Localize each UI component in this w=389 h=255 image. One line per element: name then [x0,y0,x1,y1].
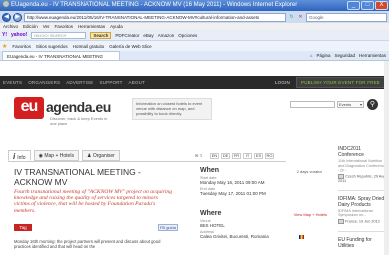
nav-about[interactable]: ABOUT [129,80,146,85]
window-title-bar: EUagenda.eu - IV TRANSNATIONAL MEETING -… [0,0,389,11]
tab-organiser[interactable]: ♟ Organiser [81,150,120,161]
site-search-input[interactable] [290,101,335,108]
browser-tab-bar: EUagenda.eu - IV TRANSNATIONAL MEETING ⌂… [0,51,389,61]
favorites-star-icon[interactable]: ★ [2,43,7,50]
view-map-link[interactable]: View Map + Hotels [294,212,327,217]
yahoo-search-input[interactable]: YAHOO! SEARCH [31,31,87,39]
page-menu[interactable]: Página [316,53,330,58]
tab-map-hotels[interactable]: ◉ Map + Hotels [33,150,79,161]
search-icon[interactable]: ⚲ [367,99,378,110]
security-menu[interactable]: Seguridad [334,53,355,58]
divider [338,189,388,191]
nav-events[interactable]: EVENTS [3,80,22,85]
url-field[interactable]: http://www.euagenda.eu/2011/05/16/IV-TRA… [24,12,286,22]
stop-icon[interactable]: ✕ [297,14,304,21]
lang-it[interactable]: IT [243,153,252,159]
page-scrollbar[interactable] [384,61,389,255]
when-panel: When 2 days curator Start date Monday Ma… [200,167,330,196]
content-tabs: i Info ◉ Map + Hotels ♟ Organiser [8,150,120,161]
publish-event-button[interactable]: PUBLISH YOUR EVENT FOR FREE [296,77,385,88]
menu-herramientas[interactable]: Herramientas [78,23,105,30]
forward-button[interactable]: ▶ [13,12,22,22]
ie-logo-icon [3,1,9,8]
venue-address: Calea Grivitei, Bucuresti, Romania [200,234,330,239]
facebook-share-button[interactable]: FB guida [158,224,178,231]
romania-flag-icon [298,234,304,239]
event-description: Fourth transnational meeting of "ACKNOW … [14,189,172,214]
nav-organisers[interactable]: ORGANISERS [28,80,60,85]
menu-ayuda[interactable]: Ayuda [110,23,123,30]
promo-info-box: Information on closest hotels to event v… [132,98,212,120]
yahoo-search-button[interactable]: Search [90,31,112,39]
tab-divider [8,161,286,162]
flag-icon: France, 19 Jun 2012 [338,219,388,224]
yahoo-toolbar: Y! yahoo! YAHOO! SEARCH Search PDFCreato… [0,30,389,41]
maximize-button[interactable]: □ [361,1,374,10]
venue-name[interactable]: IBIS HOTEL [200,223,330,228]
address-bar: ◀ ▶ http://www.euagenda.eu/2011/05/16/IV… [0,11,389,23]
tab-info[interactable]: i Info [8,150,31,161]
menu-archivo[interactable]: Archivo [3,23,18,30]
browser-tab[interactable]: EUagenda.eu - IV TRANSNATIONAL MEETING [2,51,120,60]
yahoo-logo-icon[interactable]: Y! [2,32,7,38]
browser-search-input[interactable]: Google [306,12,387,22]
divider [338,230,388,232]
related-event[interactable]: INDC2011 Conference 11th International N… [338,146,388,183]
fav-item-suggested[interactable]: Sitios sugeridos [36,44,68,49]
fav-item-hotmail[interactable]: Hotmail gratuito [73,44,105,49]
days-left-badge: 2 days curator [296,169,322,174]
related-event[interactable]: EU Funding for Utilities [338,237,388,249]
refresh-icon[interactable]: ↻ [288,14,295,21]
favorites-label[interactable]: Favoritos [12,44,31,49]
related-events-sidebar: INDC2011 Conference 11th International N… [338,146,388,255]
event-title: IV TRANSNATIONAL MEETING - ACKNOW MV [14,167,141,187]
tag-button[interactable]: Tag [14,224,32,231]
menu-edicion[interactable]: Edición [23,23,38,30]
back-button[interactable]: ◀ [2,12,11,22]
logo-text[interactable]: agenda.eu [46,99,111,115]
fav-item-webslice[interactable]: Galería de Web Slice [109,44,151,49]
home-icon[interactable]: ⌂ [310,53,313,58]
flag-icon: Czech Republic, 29 Aug 2011 [338,174,388,183]
nav-advertise[interactable]: ADVERTISE [66,80,93,85]
menu-ver[interactable]: Ver [43,23,50,30]
tools-menu[interactable]: Herramientas [359,53,386,58]
share-icon[interactable]: ✉ ⇪ [195,153,203,158]
minimize-button[interactable]: _ [347,1,360,10]
nav-support[interactable]: SUPPORT [99,80,122,85]
start-date: Monday May 16, 2011 09:00 AM [200,180,265,185]
lang-ro[interactable]: RO [265,153,274,159]
related-event[interactable]: IDFIMA: Spray Dried Dairy Products IDFIM… [338,196,388,224]
yahoo-brand: yahoo! [11,32,28,38]
lang-de[interactable]: DE [221,153,230,159]
language-switcher: EN DE FR IT ES RO [210,153,274,159]
site-nav: EVENTS ORGANISERS ADVERTISE SUPPORT ABOU… [0,76,389,89]
menu-favoritos[interactable]: Favoritos [55,23,74,30]
end-date: Tuesday May 17, 2011 01:00 PM [200,191,266,196]
amazon-button[interactable]: Amazon [158,33,175,38]
pdfcreator-button[interactable]: PDFCreator [115,33,139,38]
event-body: Monday 16th morning: the project partner… [14,239,161,249]
menu-bar: Archivo Edición Ver Favoritos Herramient… [0,23,389,30]
options-button[interactable]: Opciones [178,33,197,38]
search-category-select[interactable]: Events [337,101,364,108]
logo-mark[interactable]: eu [14,97,44,119]
lang-fr[interactable]: FR [232,153,241,159]
login-link[interactable]: LOGIN [275,80,290,85]
lang-en[interactable]: EN [210,153,219,159]
favorites-bar: ★ Favoritos Sitios sugeridos Hotmail gra… [0,41,389,51]
lang-es[interactable]: ES [254,153,263,159]
info-icon: i [13,152,16,161]
window-title: EUagenda.eu - IV TRANSNATIONAL MEETING -… [11,2,298,8]
where-panel: Where View Map + Hotels Venue IBIS HOTEL… [200,210,330,239]
logo-tagline: Discover, track & keep Events in one pla… [50,116,108,126]
ebay-button[interactable]: eBay [143,33,153,38]
close-button[interactable]: X [375,1,388,10]
